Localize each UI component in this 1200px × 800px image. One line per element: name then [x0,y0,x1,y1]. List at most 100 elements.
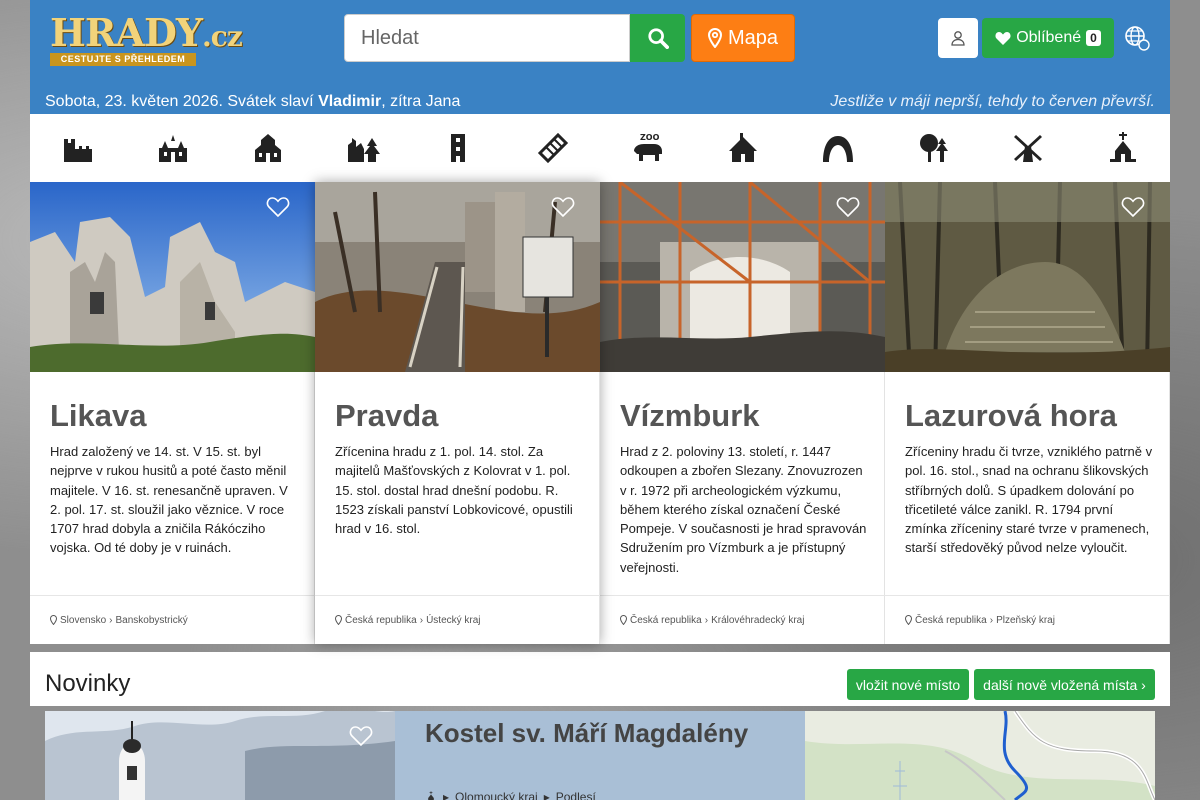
map-button[interactable]: Mapa [691,14,795,62]
zoo-icon: ZOO [633,133,662,161]
news-header: Novinky vložit nové místo další nově vlo… [30,652,1170,706]
page: HRADY.cz CESTUJTE S PŘEHLEDEM Mapa Oblíb… [30,0,1170,800]
chevron-right-icon: › [1141,676,1146,693]
more-new-places-button[interactable]: další nově vložená místa › [974,669,1155,700]
user-account-button[interactable] [938,18,978,58]
place-location: Česká republika › Plzeňský kraj [885,595,1170,644]
chapel-icon [1109,132,1136,162]
user-icon [951,31,965,46]
place-name[interactable]: Pravda [335,398,438,434]
bridge-icon [537,132,568,164]
add-new-place-button[interactable]: vložit nové místo [847,669,969,700]
category-church[interactable] [220,114,315,182]
map-button-label: Mapa [727,26,779,49]
category-bar: ZOO [30,114,1170,182]
category-chateau[interactable] [125,114,220,182]
category-nature[interactable] [885,114,980,182]
globe-icon [1125,26,1150,51]
caret-right-icon: ▸ [543,790,550,800]
place-country[interactable]: Česká republika [915,615,987,626]
category-windmill[interactable] [980,114,1075,182]
search-input[interactable] [344,14,630,62]
chevron-right-icon: › [419,614,424,626]
nature-icon [919,134,948,162]
weather-proverb: Jestliže v máji neprší, tehdy to červen … [830,93,1155,110]
favorites-label: Oblíbené [1016,29,1082,46]
language-button[interactable] [1123,24,1151,52]
place-card[interactable]: Vízmburk Hrad z 2. poloviny 13. století,… [600,182,885,644]
favorite-heart-icon[interactable] [349,725,373,747]
news-item-name[interactable]: Kostel sv. Máří Magdalény [425,717,765,749]
map-pin-icon [50,615,57,625]
category-cave[interactable] [790,114,885,182]
news-item-region[interactable]: Olomoucký kraj [455,790,538,800]
news-item-photo[interactable] [45,711,395,800]
map-pin-icon [620,615,627,625]
place-location: Slovensko › Banskobystrický [30,595,315,644]
chevron-right-icon: › [989,614,994,626]
favorite-heart-icon[interactable] [266,196,290,218]
chateau-icon [158,135,187,162]
place-description: Zřícenina hradu z 1. pol. 14. stol. Za m… [335,444,573,537]
news-item-location: ▸ Olomoucký kraj ▸ Podlesí [425,790,596,800]
heart-icon [995,32,1011,45]
place-country[interactable]: Česká republika [345,615,417,626]
chevron-right-icon: › [109,614,113,626]
place-description: Zříceniny hradu či tvrze, vzniklého patr… [905,444,1153,556]
news-item-subregion[interactable]: Podlesí [556,790,596,800]
cave-icon [822,136,853,162]
news-title: Novinky [45,670,131,697]
favorite-heart-icon[interactable] [836,196,860,218]
category-ruin[interactable] [315,114,410,182]
category-bridge[interactable] [505,114,600,182]
place-location: Česká republika › Královéhradecký kraj [600,595,885,644]
place-country[interactable]: Slovensko [60,615,106,626]
place-card[interactable]: Lazurová hora Zříceniny hradu či tvrze, … [885,182,1170,644]
windmill-icon [1013,135,1042,162]
favorites-button[interactable]: Oblíbené 0 [982,18,1114,58]
place-name[interactable]: Lazurová hora [905,398,1117,434]
place-location: Česká republika › Ústecký kraj [315,595,600,644]
map-pin-icon [905,615,912,625]
category-tower[interactable] [410,114,505,182]
date-and-name-day: Sobota, 23. květen 2026. Svátek slaví Vl… [45,93,461,110]
ruin-icon [347,138,380,162]
place-name[interactable]: Vízmburk [620,398,760,434]
category-chapel[interactable] [1075,114,1170,182]
category-castle[interactable] [30,114,125,182]
map-pin-icon [707,28,722,48]
place-region[interactable]: Banskobystrický [115,615,187,626]
site-logo[interactable]: HRADY.cz CESTUJTE S PŘEHLEDEM [50,10,243,66]
chapel-icon [428,791,434,800]
news-item-map[interactable] [805,711,1155,800]
logo-tagline: CESTUJTE S PŘEHLEDEM [50,53,196,66]
place-name[interactable]: Likava [50,398,147,434]
svg-text:ZOO: ZOO [640,133,660,142]
place-country[interactable]: Česká republika [630,615,702,626]
place-card[interactable]: Pravda Zřícenina hradu z 1. pol. 14. sto… [315,182,600,644]
castle-icon [63,139,92,162]
place-description: Hrad založený ve 14. st. V 15. st. byl n… [50,444,288,556]
category-zoo[interactable]: ZOO [600,114,695,182]
place-region[interactable]: Královéhradecký kraj [711,615,804,626]
church-icon [254,134,281,162]
search-button[interactable] [630,14,685,62]
place-card[interactable]: Likava Hrad založený ve 14. st. V 15. st… [30,182,315,644]
place-region[interactable]: Ústecký kraj [426,615,480,626]
caret-right-icon: ▸ [443,790,450,800]
search-icon [647,28,669,49]
folk-building-icon [728,133,757,162]
place-region[interactable]: Plzeňský kraj [996,615,1055,626]
favorites-count-badge: 0 [1086,30,1101,46]
news-item[interactable]: Kostel sv. Máří Magdalény ▸ Olomoucký kr… [45,711,1155,800]
favorite-heart-icon[interactable] [1121,196,1145,218]
place-description: Hrad z 2. poloviny 13. století, r. 1447 … [620,444,867,575]
site-header: HRADY.cz CESTUJTE S PŘEHLEDEM Mapa Oblíb… [30,0,1170,114]
favorite-heart-icon[interactable] [551,196,575,218]
category-folk-building[interactable] [695,114,790,182]
chevron-right-icon: › [704,614,709,626]
logo-wordmark: HRADY.cz [50,10,243,55]
tower-icon [450,134,465,162]
featured-places: Likava Hrad založený ve 14. st. V 15. st… [30,182,1170,644]
name-day-today: Vladimir [318,93,382,110]
